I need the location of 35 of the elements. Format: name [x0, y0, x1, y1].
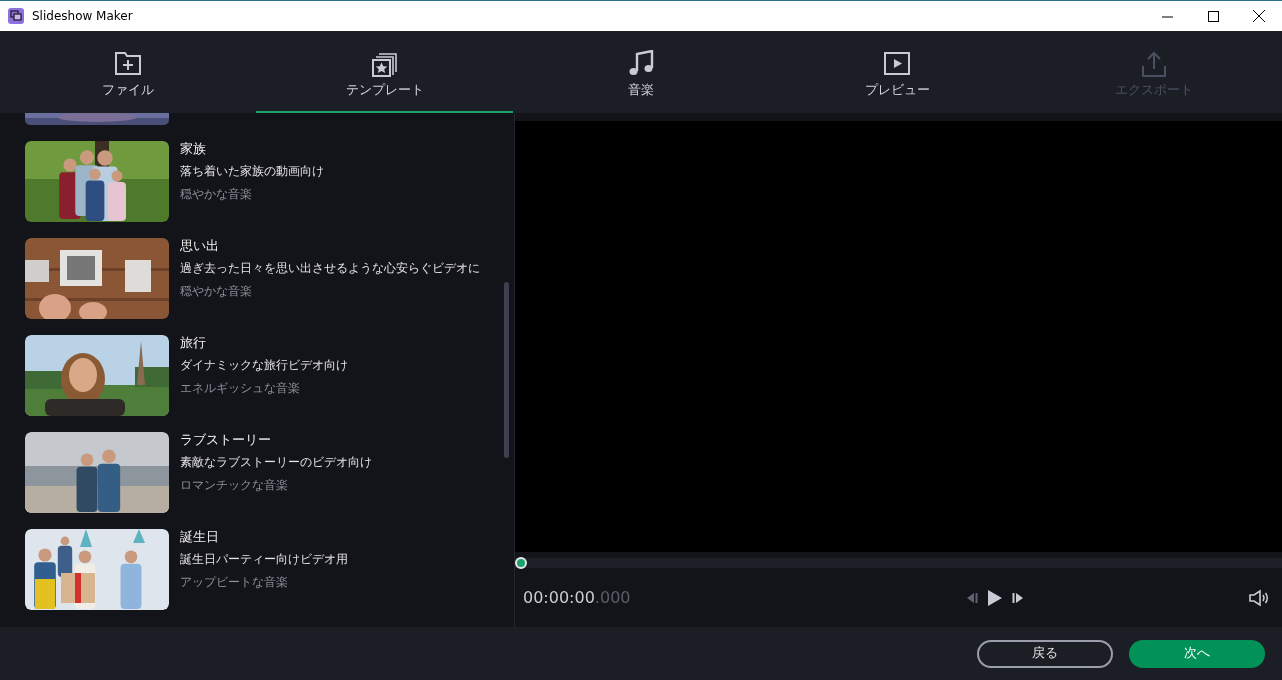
template-title: 家族 — [180, 140, 207, 158]
tab[interactable]: ファイル — [0, 31, 257, 113]
template-description: 誕生日パーティー向けビデオ用 — [180, 551, 348, 567]
template-title: 誕生日 — [180, 528, 220, 546]
play-screen-icon — [883, 49, 912, 78]
upload-icon — [1139, 49, 1168, 78]
next-button[interactable]: 次へ — [1129, 639, 1265, 668]
close-icon — [1253, 10, 1265, 22]
back-button[interactable]: 戻る — [977, 639, 1113, 668]
template-title: ラブストーリー — [180, 431, 272, 449]
template-description: ダイナミックな旅行ビデオ向け — [180, 357, 348, 373]
template-description: 落ち着いた家族の動画向け — [180, 163, 324, 179]
music-style: アップビートな音楽 — [180, 574, 289, 590]
template-description: 素敵なラブストーリーのビデオ向け — [180, 454, 372, 470]
timeline-track[interactable] — [515, 558, 1282, 568]
playhead-handle[interactable] — [515, 557, 527, 569]
play-button[interactable] — [987, 589, 1004, 607]
music-style: エネルギッシュな音楽 — [180, 380, 301, 396]
window-title: Slideshow Maker — [32, 8, 133, 25]
music-style: 穏やかな音楽 — [180, 186, 253, 202]
tab[interactable]: 音楽 — [512, 31, 770, 113]
previous-frame-button[interactable] — [965, 591, 980, 605]
maximize-icon — [1207, 10, 1219, 22]
template-title: 旅行 — [180, 334, 207, 352]
template-description: 過ぎ去った日々を思い出させるような心安らぐビデオに — [180, 260, 480, 276]
folder-plus-icon — [114, 49, 143, 78]
music-style: 穏やかな音楽 — [180, 283, 253, 299]
music-style: ロマンチックな音楽 — [180, 477, 289, 493]
app-icon — [8, 8, 24, 24]
volume-icon[interactable] — [1248, 589, 1270, 607]
scrollbar-thumb[interactable] — [504, 282, 509, 458]
music-note-icon — [627, 49, 655, 78]
timecode: 00:00:00.000 — [523, 587, 631, 609]
tab[interactable]: プレビュー — [769, 31, 1026, 113]
template-title: 思い出 — [180, 237, 220, 255]
